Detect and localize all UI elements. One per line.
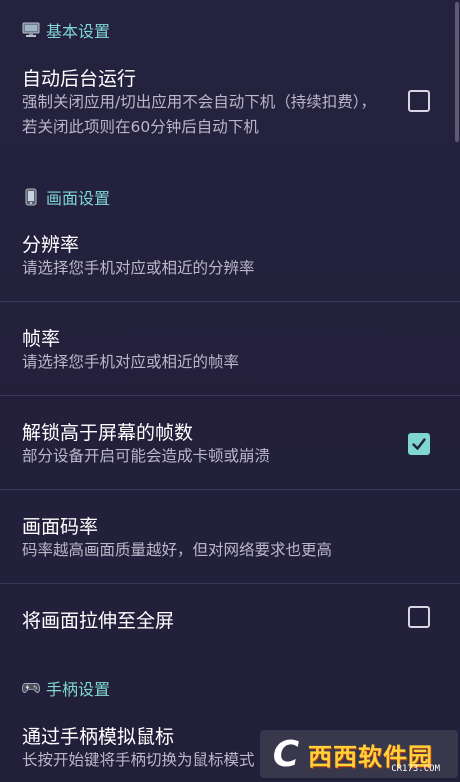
setting-description: 强制关闭应用/切出应用不会自动下机（持续扣费），若关闭此项则在60分钟后自动下机 [22,93,376,136]
section-title: 画面设置 [46,189,111,208]
section-header-display: 画面设置 [22,185,110,209]
unlock-fps-checkbox[interactable] [408,433,430,455]
divider [0,489,460,490]
setting-title: 通过手柄模拟鼠标 [22,726,175,748]
watermark-subtext: CR173.COM [391,764,440,774]
setting-title: 自动后台运行 [22,68,137,90]
divider [0,301,460,302]
setting-title: 解锁高于屏幕的帧数 [22,422,194,444]
setting-resolution[interactable]: 分辨率 请选择您手机对应或相近的分辨率 [0,228,460,298]
setting-background-run[interactable]: 自动后台运行 强制关闭应用/切出应用不会自动下机（持续扣费），若关闭此项则在60… [0,60,460,150]
setting-title: 帧率 [22,328,61,350]
background-run-checkbox[interactable] [408,90,430,112]
monitor-icon [22,21,40,39]
watermark-logo: C [272,733,300,775]
setting-title: 将画面拉伸至全屏 [22,610,175,632]
settings-screen: 基本设置 自动后台运行 强制关闭应用/切出应用不会自动下机（持续扣费），若关闭此… [0,0,460,782]
setting-stretch[interactable]: 将画面拉伸至全屏 [0,584,460,654]
section-header-gamepad: 手柄设置 [22,676,110,700]
phone-icon [22,188,40,206]
setting-description: 请选择您手机对应或相近的帧率 [22,353,240,371]
stretch-checkbox[interactable] [408,606,430,628]
setting-description: 请选择您手机对应或相近的分辨率 [22,259,255,277]
gamepad-icon [22,679,40,697]
watermark: C 西西软件园 CR173.COM [260,730,458,778]
setting-unlock-fps[interactable]: 解锁高于屏幕的帧数 部分设备开启可能会造成卡顿或崩溃 [0,416,460,486]
section-title: 手柄设置 [46,680,111,699]
setting-title: 画面码率 [22,516,99,538]
setting-framerate[interactable]: 帧率 请选择您手机对应或相近的帧率 [0,322,460,392]
section-title: 基本设置 [46,22,111,41]
check-icon [412,438,426,450]
setting-description: 码率越高画面质量越好，但对网络要求也更高 [22,541,333,559]
setting-title: 分辨率 [22,234,80,256]
divider [0,395,460,396]
setting-bitrate[interactable]: 画面码率 码率越高画面质量越好，但对网络要求也更高 [0,510,460,580]
setting-description: 部分设备开启可能会造成卡顿或崩溃 [22,447,271,465]
section-header-basic: 基本设置 [22,18,110,42]
